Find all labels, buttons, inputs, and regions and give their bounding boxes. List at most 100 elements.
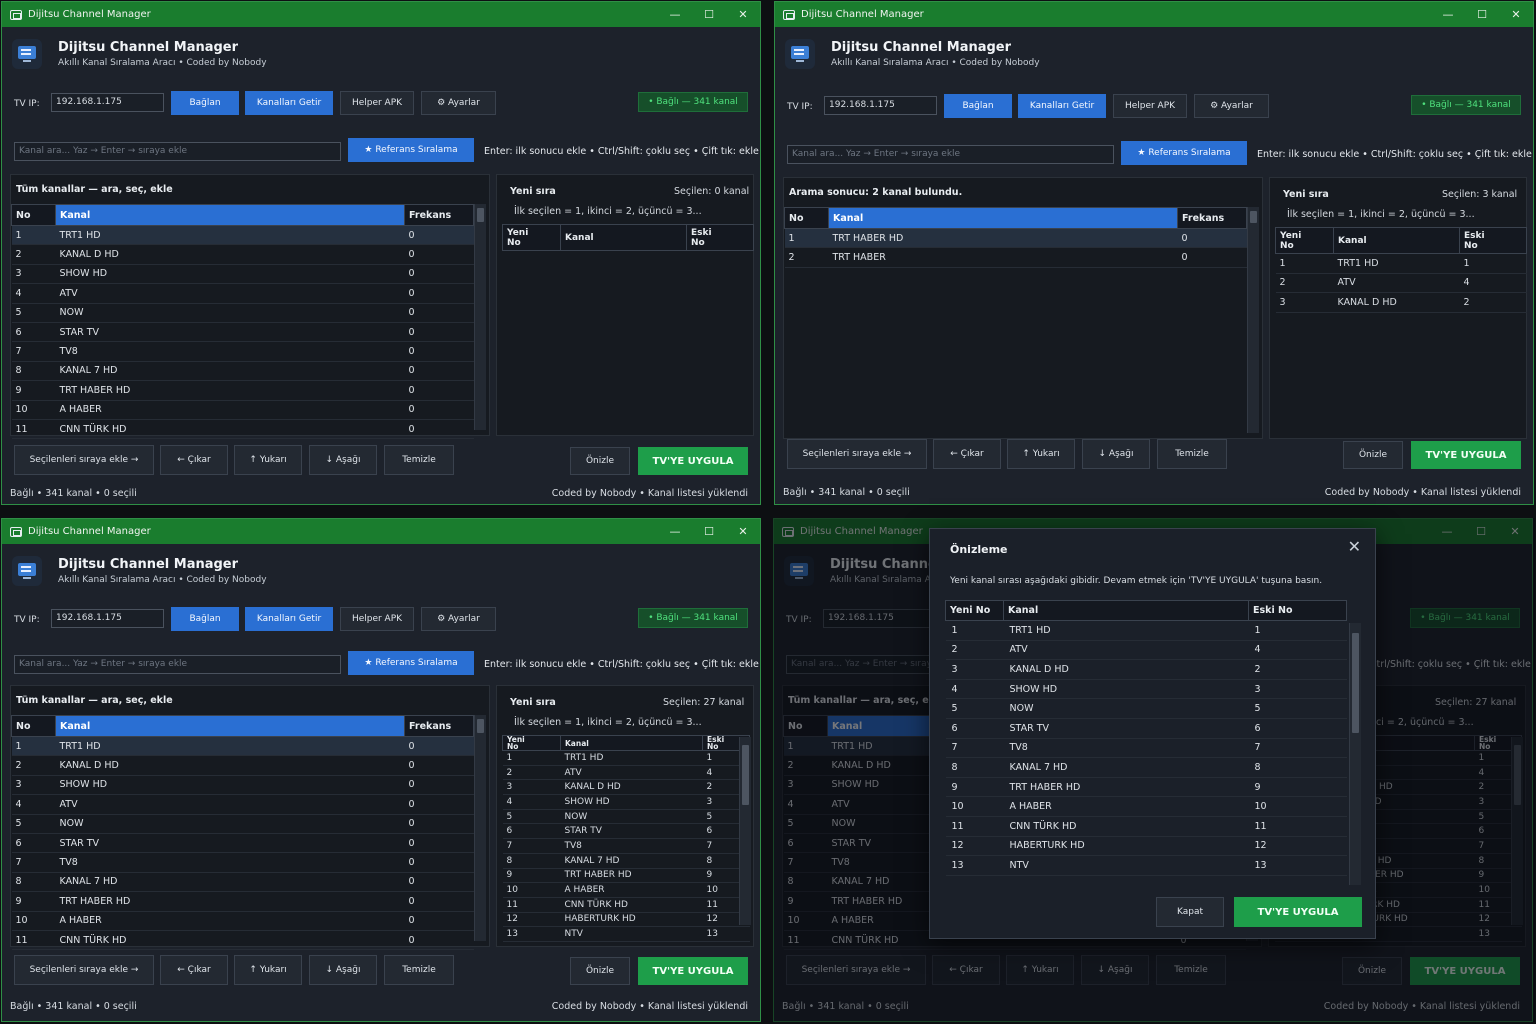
channel-table[interactable]: No Kanal Frekans 1 TRT HABER HD 0 2 TRT HABER 0 (784, 207, 1247, 268)
maximize-icon[interactable]: ☐ (1465, 2, 1499, 27)
preview-row[interactable]: 4 SHOW HD 3 (945, 679, 1347, 700)
table-row[interactable]: 11CNN TÜRK HD0 (11, 930, 474, 951)
reference-sort-button[interactable]: ★ Referans Sıralama (348, 138, 474, 162)
clear-button[interactable]: Temizle (384, 955, 454, 985)
settings-button[interactable]: ⚙ Ayarlar (421, 607, 496, 631)
table-row[interactable]: 1 TRT HABER HD 0 (784, 228, 1247, 249)
order-row[interactable]: 13NTV13 (502, 926, 750, 942)
col-header-frekans[interactable]: Frekans (404, 715, 474, 737)
remove-button[interactable]: ← Çıkar (160, 445, 228, 475)
table-row[interactable]: 5NOW0 (11, 814, 474, 834)
preview-row[interactable]: 12 HABERTURK HD 12 (945, 836, 1347, 857)
col-header-kanal[interactable]: Kanal (828, 207, 1178, 229)
reference-sort-button[interactable]: ★ Referans Sıralama (348, 651, 474, 675)
connect-button[interactable]: Bağlan (944, 94, 1012, 118)
preview-row[interactable]: 7 TV8 7 (945, 738, 1347, 759)
table-row[interactable]: 10A HABER0 (11, 911, 474, 931)
table-row[interactable]: 11CNN TÜRK HD0 (11, 419, 474, 440)
channel-table[interactable]: NoKanalFrekans1TRT1 HD02KANAL D HD03SHOW… (11, 204, 474, 440)
fetch-channels-button[interactable]: Kanalları Getir (1018, 94, 1106, 118)
table-row[interactable]: 1TRT1 HD0 (11, 225, 474, 246)
preview-row[interactable]: 5 NOW 5 (945, 698, 1347, 719)
col-header-frekans[interactable]: Frekans (404, 204, 474, 226)
tv-ip-input[interactable]: 192.168.1.175 (824, 96, 937, 115)
scrollbar-thumb[interactable] (1352, 633, 1359, 733)
clear-button[interactable]: Temizle (384, 445, 454, 475)
order-row[interactable]: 1TRT1 HD1 (1275, 253, 1527, 274)
col-header-new-no[interactable]: Yeni No (945, 600, 1004, 621)
add-selected-button[interactable]: Seçilenleri sıraya ekle → (14, 955, 154, 985)
table-row[interactable]: 1TRT1 HD0 (11, 736, 474, 757)
move-down-button[interactable]: ↓ Aşağı (309, 445, 377, 475)
tv-ip-input[interactable]: 192.168.1.175 (51, 609, 164, 628)
title-bar[interactable]: Dijitsu Channel Manager —☐✕ (2, 519, 760, 544)
helper-apk-button[interactable]: Helper APK (340, 91, 414, 115)
apply-to-tv-button[interactable]: TV'YE UYGULA (638, 447, 748, 475)
preview-row[interactable]: 10 A HABER 10 (945, 796, 1347, 817)
search-input[interactable]: Kanal ara... Yaz → Enter → sıraya ekle (14, 655, 341, 674)
order-row[interactable]: 10A HABER10 (502, 882, 750, 898)
table-row[interactable]: 2 TRT HABER 0 (784, 247, 1247, 268)
table-row[interactable]: 3SHOW HD0 (11, 264, 474, 285)
preview-scrollbar[interactable] (1349, 623, 1361, 885)
preview-row[interactable]: 11 CNN TÜRK HD 11 (945, 816, 1347, 837)
channel-list-scrollbar[interactable] (1247, 207, 1259, 433)
search-input[interactable]: Kanal ara... Yaz → Enter → sıraya ekle (14, 142, 341, 161)
table-row[interactable]: 6STAR TV0 (11, 833, 474, 854)
table-row[interactable]: 7TV80 (11, 852, 474, 873)
preview-row[interactable]: 13 NTV 13 (945, 855, 1347, 876)
move-down-button[interactable]: ↓ Aşağı (1082, 439, 1150, 469)
table-row[interactable]: 3SHOW HD0 (11, 775, 474, 796)
maximize-icon[interactable]: ☐ (692, 2, 726, 27)
col-header-no[interactable]: No (11, 204, 56, 226)
connect-button[interactable]: Bağlan (171, 607, 239, 631)
minimize-icon[interactable]: — (658, 2, 692, 27)
table-row[interactable]: 10A HABER0 (11, 400, 474, 420)
col-header-new-no[interactable]: YeniNo (502, 735, 561, 751)
order-row[interactable]: 8KANAL 7 HD8 (502, 853, 750, 869)
preview-row[interactable]: 9 TRT HABER HD 9 (945, 777, 1347, 798)
settings-button[interactable]: ⚙ Ayarlar (421, 91, 496, 115)
order-row[interactable]: 11CNN TÜRK HD11 (502, 897, 750, 913)
table-row[interactable]: 5NOW0 (11, 303, 474, 323)
channel-table[interactable]: NoKanalFrekans1TRT1 HD02KANAL D HD03SHOW… (11, 715, 474, 951)
order-row[interactable]: 4SHOW HD3 (502, 794, 750, 810)
dialog-apply-button[interactable]: TV'YE UYGULA (1234, 897, 1362, 927)
move-up-button[interactable]: ↑ Yukarı (1007, 439, 1075, 469)
table-row[interactable]: 9TRT HABER HD0 (11, 891, 474, 912)
move-up-button[interactable]: ↑ Yukarı (234, 955, 302, 985)
close-icon[interactable]: ✕ (726, 2, 760, 27)
preview-row[interactable]: 8 KANAL 7 HD 8 (945, 757, 1347, 778)
close-icon[interactable]: ✕ (1499, 2, 1533, 27)
col-header-old-no[interactable]: EskiNo (1459, 227, 1527, 254)
col-header-old-no[interactable]: Eski No (1248, 600, 1347, 621)
col-header-no[interactable]: No (784, 207, 829, 229)
title-bar[interactable]: Dijitsu Channel Manager —☐✕ (775, 2, 1533, 27)
col-header-kanal[interactable]: Kanal (55, 204, 405, 226)
order-row[interactable]: 7TV87 (502, 838, 750, 854)
table-row[interactable]: 4ATV0 (11, 283, 474, 304)
table-row[interactable]: 4ATV0 (11, 794, 474, 815)
order-row[interactable]: 3KANAL D HD2 (502, 779, 750, 796)
order-list-scrollbar[interactable] (739, 737, 751, 925)
preview-row[interactable]: 1 TRT1 HD 1 (945, 620, 1347, 641)
table-row[interactable]: 7TV80 (11, 341, 474, 362)
close-icon[interactable]: ✕ (726, 519, 760, 544)
connect-button[interactable]: Bağlan (171, 91, 239, 115)
settings-button[interactable]: ⚙ Ayarlar (1194, 94, 1269, 118)
table-row[interactable]: 2KANAL D HD0 (11, 244, 474, 265)
helper-apk-button[interactable]: Helper APK (340, 607, 414, 631)
col-header-new-no[interactable]: YeniNo (502, 224, 561, 251)
fetch-channels-button[interactable]: Kanalları Getir (245, 91, 333, 115)
close-dialog-button[interactable]: Kapat (1156, 897, 1224, 927)
scrollbar-thumb[interactable] (1250, 211, 1257, 223)
apply-to-tv-button[interactable]: TV'YE UYGULA (1411, 441, 1521, 469)
add-selected-button[interactable]: Seçilenleri sıraya ekle → (787, 439, 927, 469)
table-row[interactable]: 6STAR TV0 (11, 322, 474, 343)
order-row[interactable]: 2ATV4 (502, 765, 750, 781)
move-up-button[interactable]: ↑ Yukarı (234, 445, 302, 475)
new-order-table[interactable]: YeniNoKanalEskiNo1TRT1 HD12ATV43KANAL D … (502, 735, 750, 942)
move-down-button[interactable]: ↓ Aşağı (309, 955, 377, 985)
col-header-kanal[interactable]: Kanal (560, 224, 687, 251)
preview-button[interactable]: Önizle (1343, 441, 1403, 469)
